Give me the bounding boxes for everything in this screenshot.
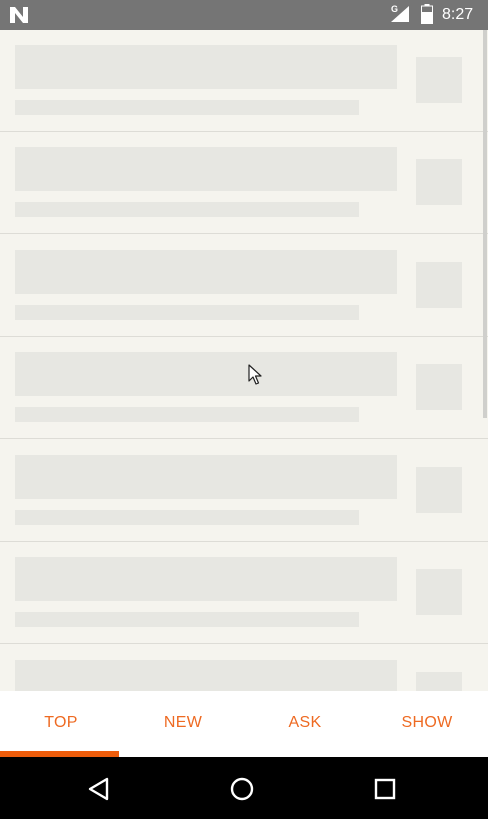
list-item-placeholder (0, 337, 488, 439)
mouse-cursor-icon (248, 364, 262, 385)
back-icon[interactable] (84, 774, 114, 804)
tab-label: NEW (163, 714, 203, 731)
thumbnail-placeholder (416, 467, 462, 513)
list-item-placeholder (0, 132, 488, 234)
tab-top[interactable]: TOP (0, 691, 122, 757)
status-bar: G 8:27 (0, 0, 488, 30)
title-placeholder (15, 250, 397, 294)
tab-label: TOP (44, 714, 78, 731)
thumbnail-placeholder (416, 364, 462, 410)
list-item-placeholder (0, 645, 488, 691)
meta-placeholder (15, 202, 359, 217)
navigation-bar (0, 757, 488, 819)
title-placeholder (15, 557, 397, 601)
tab-label: ASK (288, 714, 322, 731)
list-item-placeholder (0, 30, 488, 132)
meta-placeholder (15, 100, 359, 115)
tab-ask[interactable]: ASK (244, 691, 366, 757)
title-placeholder (15, 660, 397, 691)
tab-label: SHOW (401, 714, 453, 731)
thumbnail-placeholder (416, 569, 462, 615)
battery-icon (421, 4, 433, 24)
thumbnail-placeholder (416, 159, 462, 205)
title-placeholder (15, 352, 397, 396)
tab-new[interactable]: NEW (122, 691, 244, 757)
thumbnail-placeholder (416, 672, 462, 691)
title-placeholder (15, 45, 397, 89)
thumbnail-placeholder (416, 262, 462, 308)
meta-placeholder (15, 510, 359, 525)
title-placeholder (15, 455, 397, 499)
cell-signal-icon (391, 6, 409, 22)
notification-n-icon (10, 7, 28, 23)
tab-show[interactable]: SHOW (366, 691, 488, 757)
home-icon[interactable] (227, 774, 257, 804)
recent-apps-icon[interactable] (370, 774, 400, 804)
thumbnail-placeholder (416, 57, 462, 103)
story-list[interactable] (0, 30, 488, 691)
meta-placeholder (15, 612, 359, 627)
list-item-placeholder (0, 542, 488, 644)
list-item-placeholder (0, 440, 488, 542)
list-item-placeholder (0, 235, 488, 337)
status-time: 8:27 (442, 6, 474, 23)
scrollbar[interactable] (483, 30, 487, 418)
title-placeholder (15, 147, 397, 191)
meta-placeholder (15, 407, 359, 422)
meta-placeholder (15, 305, 359, 320)
tab-bar: TOP NEW ASK SHOW (0, 691, 488, 757)
